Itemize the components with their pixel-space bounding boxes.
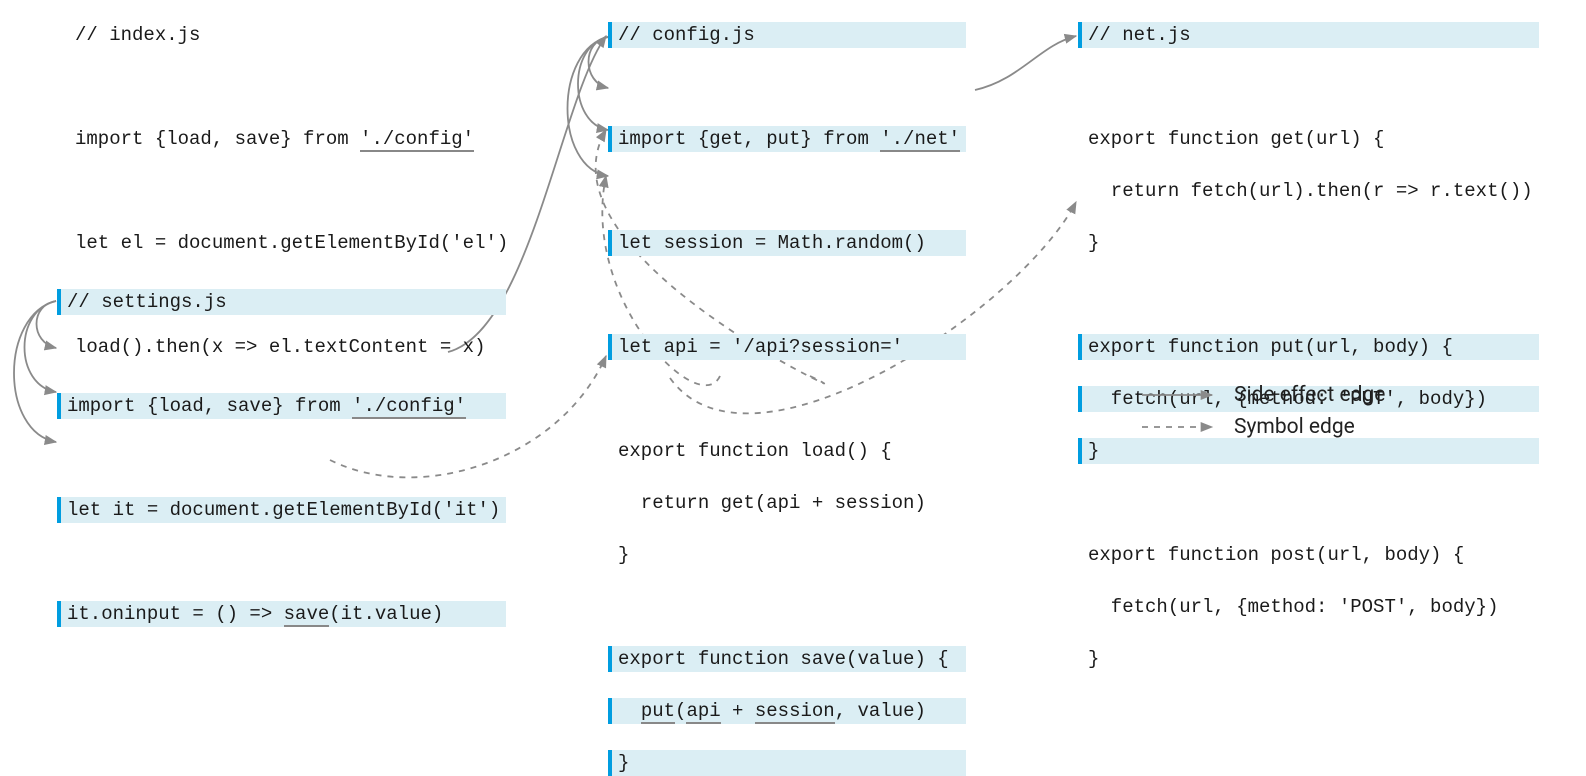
empty-line (1078, 282, 1539, 308)
code-line: } (1078, 646, 1539, 672)
code-line: import {load, save} from './config' (57, 393, 506, 419)
line-comment: // net.js (1078, 22, 1539, 48)
code-line: } (608, 750, 966, 776)
empty-line (608, 74, 966, 100)
settings-side-effect-edges (14, 301, 56, 442)
underline-ref: './config' (352, 395, 466, 419)
code-line: import {load, save} from './config' (65, 126, 514, 152)
code-line: export function post(url, body) { (1078, 542, 1539, 568)
code-line: it.oninput = () => save(it.value) (57, 601, 506, 627)
code-line: import {get, put} from './net' (608, 126, 966, 152)
legend-label: Symbol edge (1234, 415, 1355, 439)
code-line: put(api + session, value) (608, 698, 966, 724)
underline-ref: save (284, 603, 330, 627)
edge-config-to-net (975, 36, 1076, 90)
code-line: let api = '/api?session=' (608, 334, 966, 360)
legend-row-symbol: Symbol edge (1140, 415, 1385, 439)
code-line: export function get(url) { (1078, 126, 1539, 152)
code-line: let el = document.getElementById('el') (65, 230, 514, 256)
code-block-config: // config.js import {get, put} from './n… (618, 22, 966, 776)
code-line: export function save(value) { (608, 646, 966, 672)
empty-line (608, 282, 966, 308)
code-line: fetch(url, {method: 'POST', body}) (1078, 594, 1539, 620)
line-comment: // config.js (608, 22, 966, 48)
empty-line (1078, 74, 1539, 100)
legend-label: Side effect edge (1234, 383, 1385, 407)
empty-line (608, 178, 966, 204)
code-line: } (608, 542, 966, 568)
config-side-effect-edges (568, 37, 609, 176)
empty-line (608, 594, 966, 620)
legend-row-side-effect: Side effect edge (1140, 383, 1385, 407)
code-line: let it = document.getElementById('it') (57, 497, 506, 523)
legend-arrow-solid (1140, 387, 1220, 403)
empty-line (65, 178, 514, 204)
code-line: return get(api + session) (608, 490, 966, 516)
empty-line (57, 445, 506, 471)
code-block-net: // net.js export function get(url) { ret… (1088, 22, 1539, 672)
underline-ref: session (755, 700, 835, 724)
line-comment: // settings.js (57, 289, 506, 315)
empty-line (57, 341, 506, 367)
line-comment: // index.js (65, 22, 514, 48)
underline-ref: './config' (360, 128, 474, 152)
empty-line (608, 386, 966, 412)
legend: Side effect edge Symbol edge (1140, 383, 1385, 447)
empty-line (65, 74, 514, 100)
legend-arrow-dashed (1140, 419, 1220, 435)
empty-line (1078, 490, 1539, 516)
empty-line (57, 549, 506, 575)
code-line: export function put(url, body) { (1078, 334, 1539, 360)
underline-ref: './net' (880, 128, 960, 152)
underline-ref: put (641, 700, 675, 724)
code-block-settings: // settings.js import {load, save} from … (67, 289, 506, 627)
underline-ref: api (686, 700, 720, 724)
code-line: let session = Math.random() (608, 230, 966, 256)
code-line: return fetch(url).then(r => r.text()) (1078, 178, 1539, 204)
code-line: } (1078, 230, 1539, 256)
code-line: export function load() { (608, 438, 966, 464)
